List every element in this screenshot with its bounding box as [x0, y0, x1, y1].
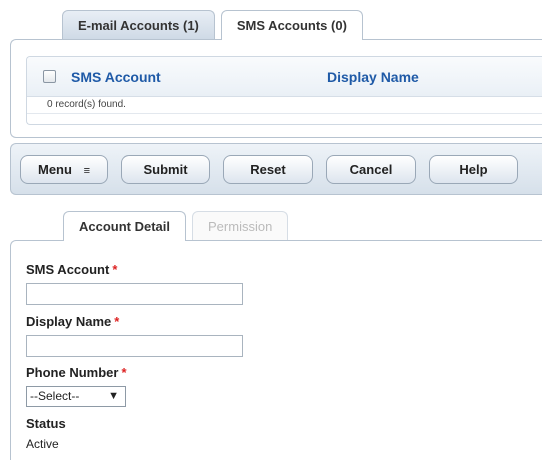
tab-permission: Permission	[192, 211, 289, 241]
submit-button[interactable]: Submit	[121, 155, 210, 184]
help-button[interactable]: Help	[429, 155, 518, 184]
column-header-sms-account[interactable]: SMS Account	[71, 69, 161, 85]
display-name-label: Display Name *	[26, 314, 119, 329]
action-toolbar: Menu ≡ Submit Reset Cancel Help	[10, 143, 542, 195]
detail-tabs: Account Detail Permission	[63, 211, 289, 241]
phone-number-select-value: --Select--	[30, 389, 80, 403]
phone-number-label: Phone Number *	[26, 365, 127, 380]
status-label: Status	[26, 416, 66, 431]
display-name-label-text: Display Name	[26, 314, 112, 329]
sms-account-label-text: SMS Account	[26, 262, 110, 277]
sms-accounts-grid: SMS Account Display Name 0 record(s) fou…	[26, 56, 542, 125]
record-count: 0 record(s) found.	[47, 99, 126, 110]
status-value: Active	[26, 437, 59, 451]
required-marker: *	[114, 314, 120, 329]
grid-header: SMS Account Display Name	[27, 57, 542, 97]
phone-number-select[interactable]: --Select-- ▼	[26, 386, 126, 407]
sms-accounts-panel: SMS Account Display Name 0 record(s) fou…	[10, 39, 542, 138]
display-name-input[interactable]	[26, 335, 243, 357]
select-all-checkbox[interactable]	[43, 70, 56, 83]
tab-account-detail[interactable]: Account Detail	[63, 211, 187, 241]
menu-lines-icon: ≡	[83, 165, 90, 177]
grid-divider	[27, 113, 542, 114]
cancel-button[interactable]: Cancel	[326, 155, 416, 184]
reset-button[interactable]: Reset	[223, 155, 313, 184]
phone-number-label-text: Phone Number	[26, 365, 119, 380]
menu-button-label: Menu	[38, 162, 72, 177]
dropdown-arrow-icon: ▼	[108, 390, 119, 402]
tab-sms-accounts[interactable]: SMS Accounts (0)	[220, 10, 363, 40]
required-marker: *	[121, 365, 127, 380]
account-type-tabs: E-mail Accounts (1) SMS Accounts (0)	[62, 10, 363, 40]
required-marker: *	[112, 262, 118, 277]
menu-button[interactable]: Menu ≡	[20, 155, 108, 184]
column-header-display-name[interactable]: Display Name	[327, 69, 419, 85]
tab-email-accounts[interactable]: E-mail Accounts (1)	[62, 10, 215, 39]
sms-account-input[interactable]	[26, 283, 243, 305]
account-detail-panel: SMS Account * Display Name * Phone Number *…	[10, 240, 542, 460]
sms-account-label: SMS Account *	[26, 262, 117, 277]
